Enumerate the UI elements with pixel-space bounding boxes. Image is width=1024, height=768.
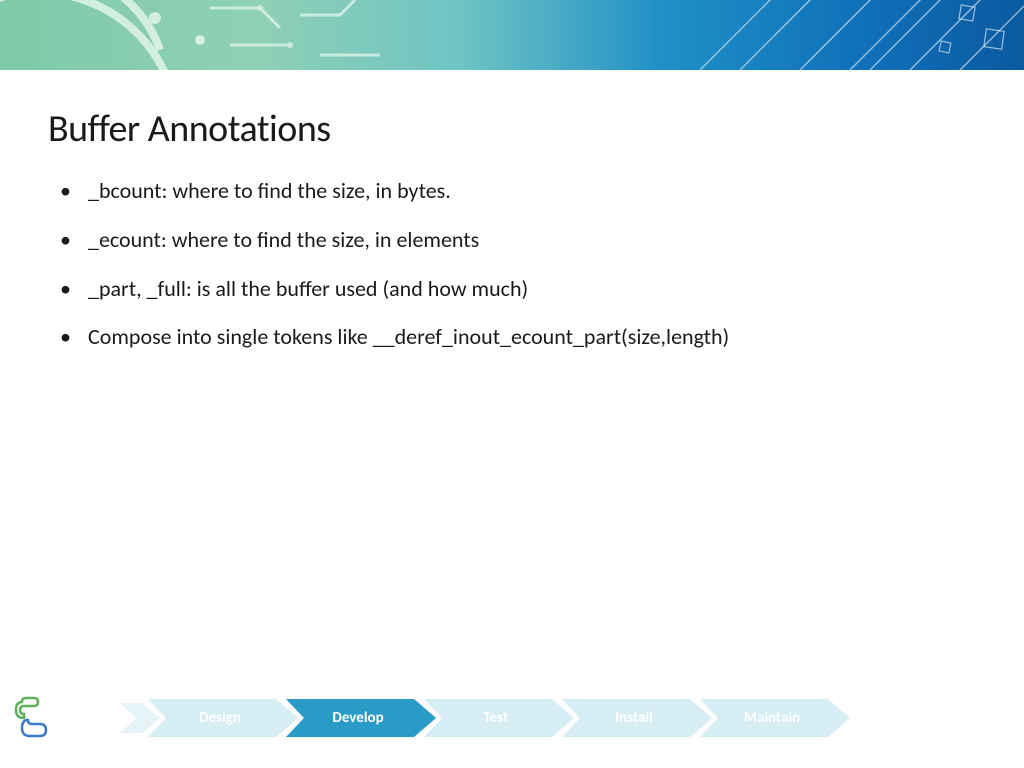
- bullet-item: _bcount: where to find the size, in byte…: [48, 176, 976, 207]
- header-banner: [0, 0, 1024, 70]
- slide: Buffer Annotations _bcount: where to fin…: [0, 0, 1024, 768]
- bullet-list: _bcount: where to find the size, in byte…: [48, 176, 976, 353]
- bullet-item: _part, _full: is all the buffer used (an…: [48, 274, 976, 305]
- process-step-develop: Develop: [286, 699, 436, 737]
- process-step-label: Design: [199, 709, 247, 727]
- process-step-maintain: Maintain: [700, 699, 850, 737]
- logo-icon: [12, 694, 60, 742]
- process-step-label: Install: [615, 709, 659, 727]
- process-step-label: Test: [484, 709, 515, 727]
- process-step-label: Maintain: [744, 709, 806, 727]
- bullet-item: Compose into single tokens like __deref_…: [48, 322, 976, 353]
- process-row: Design Develop Test Install Maintain: [0, 688, 1024, 748]
- slide-content: Buffer Annotations _bcount: where to fin…: [0, 70, 1024, 353]
- process-step-design: Design: [148, 699, 298, 737]
- process-step-test: Test: [424, 699, 574, 737]
- process-arrows: Design Develop Test Install Maintain: [160, 699, 850, 737]
- slide-title: Buffer Annotations: [48, 106, 976, 152]
- process-step-label: Develop: [332, 709, 389, 727]
- bullet-item: _ecount: where to find the size, in elem…: [48, 225, 976, 256]
- process-step-install: Install: [562, 699, 712, 737]
